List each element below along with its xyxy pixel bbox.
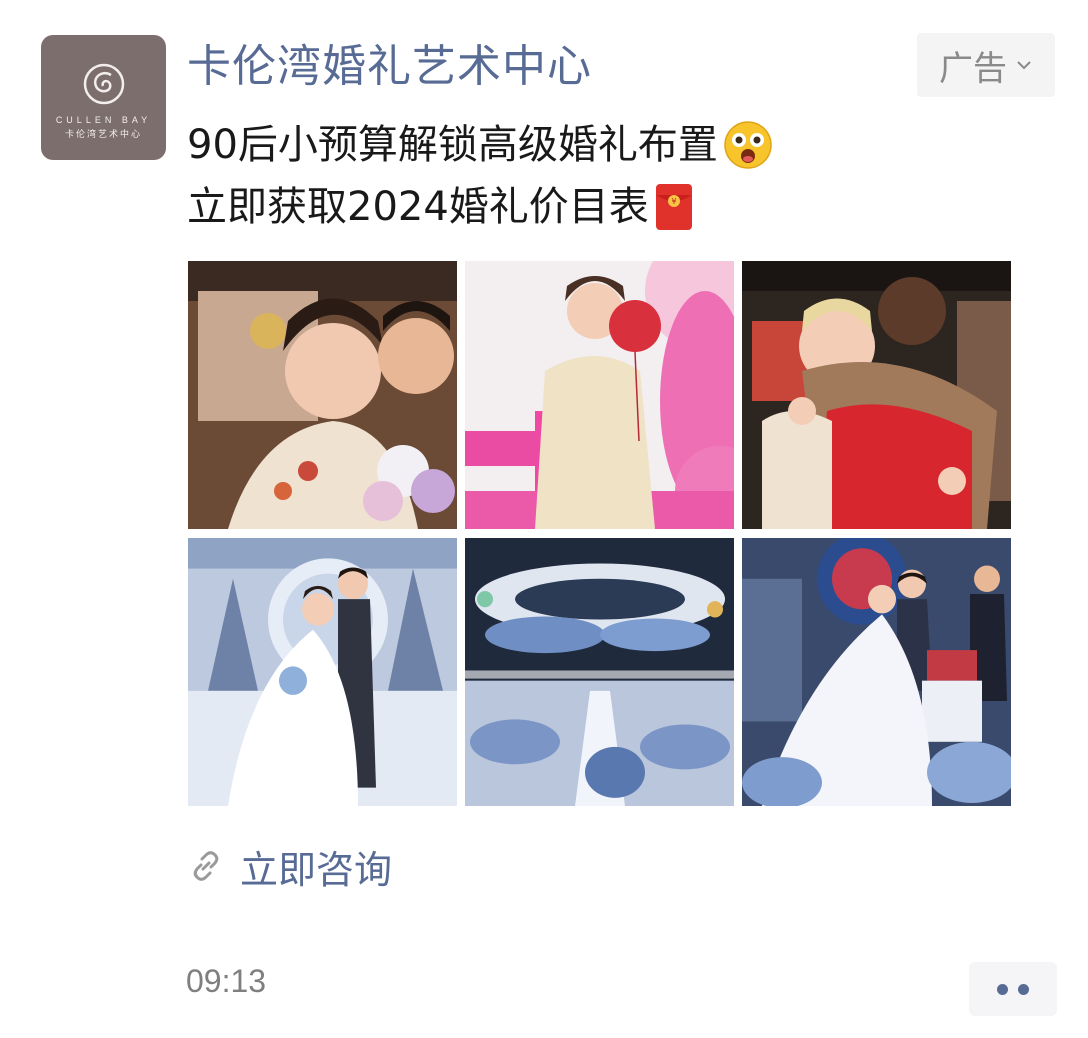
post-timestamp: 09:13 [186, 963, 267, 999]
avatar-brand-cn: 卡伦湾艺术中心 [64, 130, 142, 140]
red-envelope-emoji-icon: ¥ [655, 184, 692, 230]
link-icon [193, 851, 219, 881]
post-text: 90后小预算解锁高级婚礼布置 立即获取2024婚礼价目表 ¥ [187, 114, 947, 238]
photo-cake-cutting[interactable] [742, 538, 1011, 806]
account-name[interactable]: 卡伦湾婚礼艺术中心 [187, 38, 592, 96]
photo-couple-blue-stage[interactable] [188, 538, 457, 806]
cullen-bay-logo-icon [83, 63, 124, 105]
photo-bride-hug-mother[interactable] [742, 261, 1011, 529]
svg-text:¥: ¥ [671, 197, 676, 206]
post-line-2: 立即获取2024婚礼价目表 [187, 184, 649, 230]
photo-bride-groom-car[interactable] [188, 261, 457, 529]
post-line-1: 90后小预算解锁高级婚礼布置 [187, 122, 718, 168]
photo-banquet-hall[interactable] [465, 538, 734, 806]
photo-bride-red-balloon[interactable] [465, 261, 734, 529]
ad-tag-button[interactable]: 广告 [917, 33, 1055, 97]
ad-tag-label: 广告 [939, 48, 1007, 89]
consult-link[interactable]: 立即咨询 [188, 838, 392, 894]
astonished-face-emoji-icon [724, 121, 772, 169]
chevron-down-icon [1017, 61, 1031, 70]
more-dots-icon [997, 983, 1008, 995]
consult-link-label: 立即咨询 [240, 847, 393, 892]
avatar-brand-en: CULLEN BAY [55, 115, 152, 125]
more-options-button[interactable] [969, 962, 1057, 1016]
more-dots-icon [1018, 983, 1029, 995]
avatar[interactable]: CULLEN BAY 卡伦湾艺术中心 [41, 35, 166, 160]
photo-grid [188, 261, 1011, 806]
